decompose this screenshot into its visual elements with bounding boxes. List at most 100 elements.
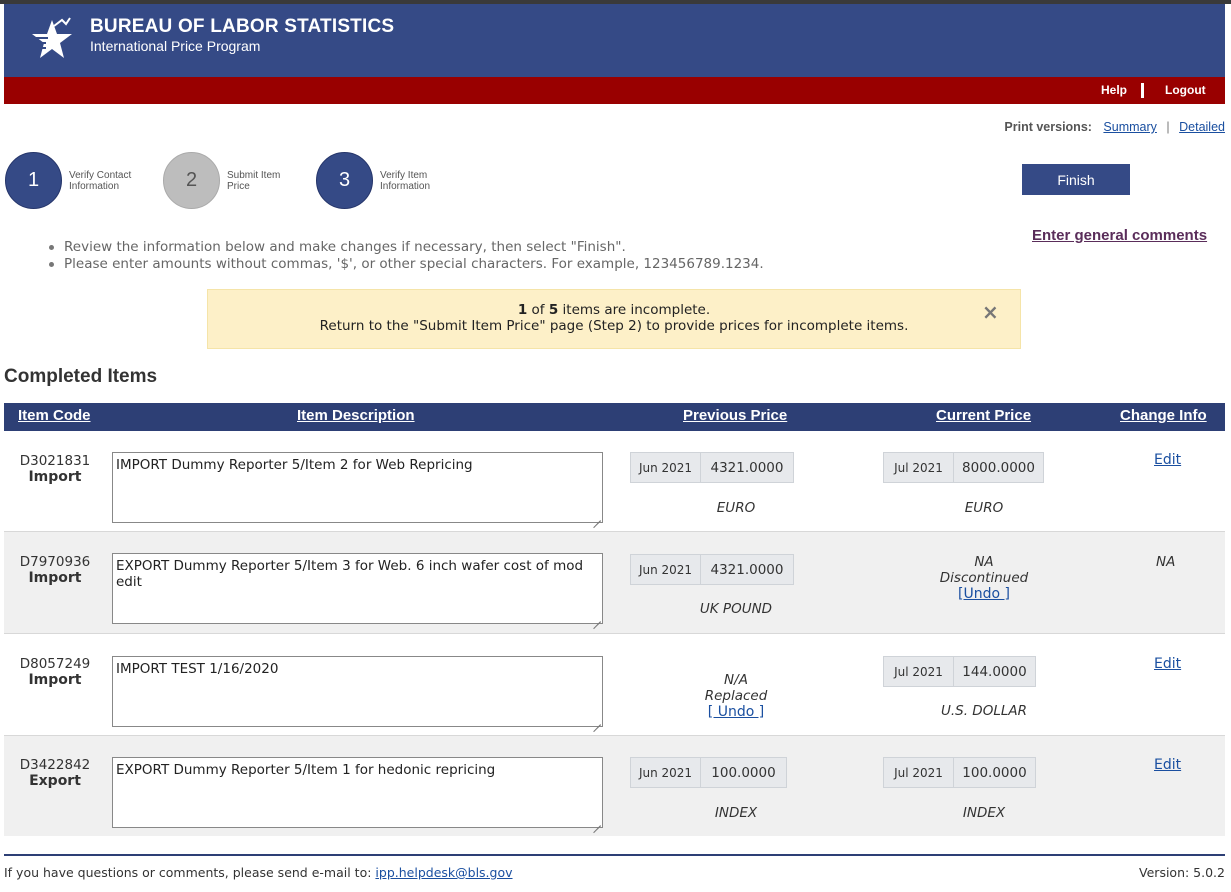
item-code-cell: D3422842 Export: [4, 757, 106, 789]
item-description-text: IMPORT TEST 1/16/2020: [116, 661, 279, 677]
current-price-box: Jul 2021 8000.0000: [883, 452, 1044, 483]
resize-handle-icon[interactable]: [593, 614, 601, 622]
current-status-na: NA: [974, 554, 994, 570]
item-description-field[interactable]: EXPORT Dummy Reporter 5/Item 1 for hedon…: [112, 757, 603, 828]
footer-divider: [4, 854, 1225, 856]
previous-price-value: 4321.0000: [710, 561, 784, 578]
item-code: D8057249: [19, 656, 91, 672]
item-type: Export: [29, 773, 81, 789]
step-3-circle[interactable]: 3: [316, 152, 373, 209]
step-2-circle[interactable]: 2: [163, 152, 220, 209]
table-row: D8057249 Import IMPORT TEST 1/16/2020 N/…: [4, 634, 1225, 736]
helpdesk-email-link[interactable]: ipp.helpdesk@bls.gov: [375, 865, 512, 880]
item-code: D3422842: [19, 757, 91, 773]
item-description-field[interactable]: IMPORT TEST 1/16/2020: [112, 656, 603, 727]
item-description-text: EXPORT Dummy Reporter 5/Item 1 for hedon…: [116, 762, 496, 778]
item-description-field[interactable]: IMPORT Dummy Reporter 5/Item 2 for Web R…: [112, 452, 603, 523]
column-header-current-price[interactable]: Current Price: [936, 407, 1031, 424]
resize-handle-icon[interactable]: [593, 818, 601, 826]
help-link[interactable]: Help: [1101, 83, 1127, 97]
column-header-item-description[interactable]: Item Description: [297, 407, 415, 424]
footer-contact: If you have questions or comments, pleas…: [4, 865, 513, 880]
item-description-text: EXPORT Dummy Reporter 5/Item 3 for Web. …: [116, 558, 584, 590]
step-2-label: Submit Item Price: [227, 170, 281, 192]
item-type: Import: [28, 570, 82, 586]
previous-price-date: Jun 2021: [631, 555, 701, 584]
current-price-date: Jul 2021: [884, 758, 954, 787]
logout-link[interactable]: Logout: [1165, 83, 1206, 97]
column-header-item-code[interactable]: Item Code: [18, 407, 91, 424]
previous-status-na: N/A: [724, 672, 748, 688]
completed-items-heading: Completed Items: [4, 366, 158, 387]
print-detailed-link[interactable]: Detailed: [1179, 120, 1225, 134]
version-label: Version: 5.0.2: [1139, 865, 1225, 880]
instruction-item: Review the information below and make ch…: [49, 239, 764, 256]
item-code-cell: D7970936 Import: [4, 554, 106, 586]
previous-status-replaced: Replaced: [704, 688, 768, 704]
previous-price-currency: INDEX: [714, 805, 758, 821]
column-header-previous-price[interactable]: Previous Price: [683, 407, 787, 424]
step-1-circle[interactable]: 1: [5, 152, 62, 209]
previous-price-value: 4321.0000: [710, 459, 784, 476]
current-price-box: Jul 2021 100.0000: [883, 757, 1036, 788]
site-header: BUREAU OF LABOR STATISTICS International…: [4, 4, 1225, 77]
bls-star-logo-icon: [30, 17, 72, 58]
item-description-field[interactable]: EXPORT Dummy Reporter 5/Item 3 for Web. …: [112, 553, 603, 624]
alert-suffix: items are incomplete.: [562, 302, 711, 318]
current-price-currency: EURO: [964, 500, 1004, 516]
finish-button[interactable]: Finish: [1022, 164, 1130, 195]
print-versions: Print versions: Summary | Detailed: [1004, 120, 1225, 134]
current-status-discontinued: Discontinued: [939, 570, 1029, 586]
previous-price-currency: UK POUND: [699, 601, 773, 617]
top-nav-bar: Help Logout: [4, 77, 1225, 104]
current-price-date: Jul 2021: [884, 453, 954, 482]
previous-price-box: Jun 2021 4321.0000: [630, 554, 794, 585]
footer-contact-text: If you have questions or comments, pleas…: [4, 865, 372, 880]
alert-line-1: 1 of 5 items are incomplete.: [208, 302, 1020, 318]
instructions-list: Review the information below and make ch…: [49, 239, 764, 273]
item-code: D7970936: [19, 554, 91, 570]
current-price-date: Jul 2021: [884, 657, 954, 686]
edit-link[interactable]: Edit: [1154, 452, 1181, 468]
previous-price-currency: EURO: [716, 500, 756, 516]
change-info-na: NA: [1156, 554, 1176, 570]
edit-link[interactable]: Edit: [1154, 656, 1181, 672]
resize-handle-icon[interactable]: [593, 717, 601, 725]
nav-separator: [1141, 83, 1144, 98]
item-type: Import: [28, 469, 82, 485]
edit-link[interactable]: Edit: [1154, 757, 1181, 773]
current-price-status: NA Discontinued [Undo ]: [904, 554, 1064, 602]
previous-price-status: N/A Replaced [ Undo ]: [656, 672, 816, 720]
previous-price-value: 100.0000: [711, 764, 776, 781]
previous-price-date: Jun 2021: [631, 453, 701, 482]
column-header-change-info[interactable]: Change Info: [1120, 407, 1207, 424]
current-price-value: 144.0000: [962, 663, 1027, 680]
current-price-currency: INDEX: [962, 805, 1006, 821]
agency-title: BUREAU OF LABOR STATISTICS: [90, 16, 395, 37]
current-price-currency: U.S. DOLLAR: [940, 703, 1027, 719]
table-row: D3422842 Export EXPORT Dummy Reporter 5/…: [4, 736, 1225, 836]
current-price-box: Jul 2021 144.0000: [883, 656, 1036, 687]
item-code-cell: D3021831 Import: [4, 453, 106, 485]
item-code: D3021831: [19, 453, 91, 469]
print-separator: |: [1166, 120, 1170, 134]
print-summary-link[interactable]: Summary: [1103, 120, 1156, 134]
undo-link[interactable]: [Undo ]: [958, 586, 1010, 602]
alert-line-2: Return to the "Submit Item Price" page (…: [319, 318, 909, 334]
previous-price-date: Jun 2021: [631, 758, 701, 787]
step-1-label: Verify Contact Information: [69, 170, 132, 192]
undo-link[interactable]: [ Undo ]: [708, 704, 764, 720]
current-price-value: 8000.0000: [961, 459, 1035, 476]
previous-price-box: Jun 2021 4321.0000: [630, 452, 794, 483]
general-comments-link[interactable]: Enter general comments: [1032, 227, 1207, 244]
close-icon[interactable]: ×: [982, 302, 999, 322]
table-row: D3021831 Import IMPORT Dummy Reporter 5/…: [4, 431, 1225, 532]
instruction-item: Please enter amounts without commas, '$'…: [49, 256, 764, 272]
table-header: Item Code Item Description Previous Pric…: [4, 403, 1225, 431]
current-price-value: 100.0000: [962, 764, 1027, 781]
program-subtitle: International Price Program: [90, 38, 261, 54]
item-description-text: IMPORT Dummy Reporter 5/Item 2 for Web R…: [116, 457, 473, 473]
resize-handle-icon[interactable]: [593, 513, 601, 521]
item-code-cell: D8057249 Import: [4, 656, 106, 688]
table-row: D7970936 Import EXPORT Dummy Reporter 5/…: [4, 532, 1225, 634]
